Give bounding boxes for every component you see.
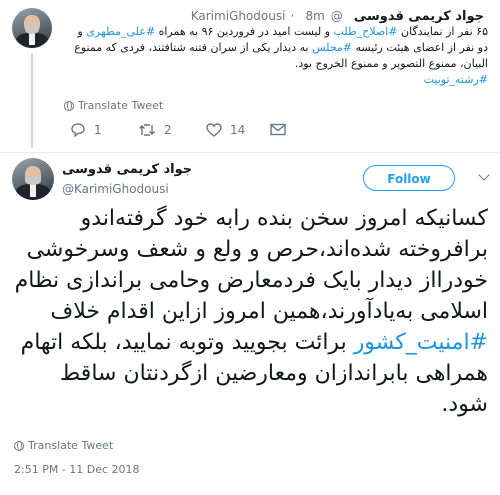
tweet-divider [0, 152, 500, 153]
tweet-text: ۶۵ نفر از نمایندگان #اصلاح_طلب و لیست ام… [64, 24, 488, 88]
heart-icon [206, 123, 222, 137]
tweet-text-part: و لیست امید در فروردین ۹۶ به همراه [155, 25, 334, 38]
tweet-header: جواد کریمی قدوسی @KarimiGhodousi · 8m [191, 5, 484, 24]
reply-button[interactable]: 1 [70, 123, 102, 137]
tweet-reply[interactable]: جواد کریمی قدوسی @KarimiGhodousi · 8m ۶۵… [0, 0, 500, 150]
translate-label: Translate Tweet [28, 439, 114, 452]
like-count: 14 [230, 123, 246, 137]
hashtag-link[interactable]: #علی_مطهری [86, 25, 155, 38]
globe-icon [64, 100, 74, 111]
envelope-icon [270, 123, 286, 136]
user-handle[interactable]: @KarimiGhodousi [62, 182, 169, 196]
reply-icon [71, 123, 85, 137]
tweet-text: کسانیکه امروز سخن بنده رابه خود گرفته‌ان… [12, 203, 488, 420]
avatar[interactable] [12, 8, 52, 48]
tweet-actions: 1 2 14 [70, 123, 290, 141]
translate-tweet-button[interactable]: Translate Tweet [64, 99, 163, 112]
tweet-timestamp[interactable]: 2:51 PM - 11 Dec 2018 [14, 463, 140, 476]
translate-label: Translate Tweet [78, 99, 164, 112]
hashtag-link[interactable]: #اصلاح_طلب [334, 25, 398, 38]
follow-button[interactable]: Follow [363, 165, 455, 191]
retweet-icon [139, 124, 155, 136]
retweet-count: 2 [164, 123, 172, 137]
avatar[interactable] [12, 158, 54, 200]
display-name[interactable]: جواد کریمی قدوسی [62, 162, 192, 177]
hashtag-link[interactable]: #مجلس [312, 41, 352, 54]
chevron-down-icon[interactable] [478, 169, 490, 181]
thread-connector [31, 53, 33, 148]
time-separator: · [290, 9, 295, 23]
globe-icon [14, 440, 24, 451]
tweet-time[interactable]: 8m [305, 9, 324, 23]
tweet-text-part: کسانیکه امروز سخن بنده رابه خود گرفته‌ان… [14, 206, 488, 324]
retweet-button[interactable]: 2 [138, 123, 172, 137]
reply-count: 1 [94, 123, 102, 137]
like-button[interactable]: 14 [206, 123, 245, 137]
direct-message-button[interactable] [270, 123, 286, 136]
tweet-text-part: ۶۵ نفر از نمایندگان [397, 25, 488, 38]
hashtag-link[interactable]: #رشته_توییت [424, 73, 488, 86]
hashtag-link[interactable]: #امنیت_کشور [354, 330, 488, 355]
display-name[interactable]: جواد کریمی قدوسی [354, 9, 484, 24]
translate-tweet-button[interactable]: Translate Tweet [14, 439, 113, 452]
